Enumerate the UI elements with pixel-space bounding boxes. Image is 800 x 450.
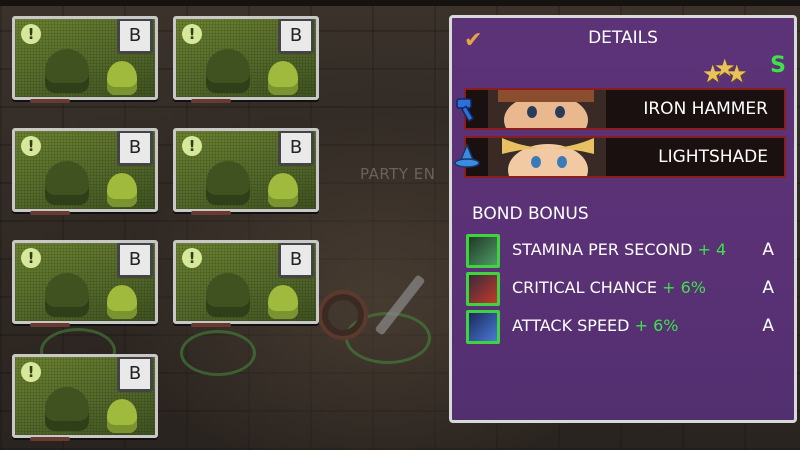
alert-icon: ! bbox=[21, 248, 41, 268]
bond-text: ATTACK SPEED + 6% bbox=[512, 316, 678, 335]
bond-row-attack-speed: ATTACK SPEED + 6% A bbox=[466, 310, 782, 344]
alert-icon: ! bbox=[182, 248, 202, 268]
star-icon: ★ bbox=[726, 60, 748, 88]
card-foot bbox=[191, 323, 231, 327]
alert-icon: ! bbox=[21, 136, 41, 156]
hero-portrait bbox=[488, 138, 606, 176]
hero-sprite-secondary bbox=[268, 285, 298, 319]
alert-icon: ! bbox=[182, 24, 202, 44]
card-foot bbox=[30, 99, 70, 103]
bond-text: STAMINA PER SECOND + 4 bbox=[512, 240, 726, 259]
top-bar bbox=[0, 0, 800, 6]
party-card-2[interactable]: ! B bbox=[173, 16, 319, 100]
grade-badge: B bbox=[117, 357, 153, 392]
wizard-hat-icon bbox=[454, 143, 480, 176]
party-label: PARTY EN bbox=[360, 165, 436, 183]
bond-label: ATTACK SPEED bbox=[512, 316, 630, 335]
grade-badge: B bbox=[278, 243, 314, 278]
bond-row-stamina: STAMINA PER SECOND + 4 A bbox=[466, 234, 782, 268]
hero-portrait bbox=[488, 90, 606, 128]
wind-swirl-icon bbox=[466, 234, 500, 268]
hero-sprite bbox=[206, 273, 250, 317]
hero-name: LIGHTSHADE bbox=[658, 147, 768, 167]
alert-icon: ! bbox=[21, 362, 41, 382]
bond-value: + 4 bbox=[697, 240, 727, 259]
hero-sprite bbox=[45, 273, 89, 317]
party-card-6[interactable]: ! B bbox=[173, 240, 319, 324]
grade-badge: B bbox=[117, 19, 153, 54]
bond-label: STAMINA PER SECOND bbox=[512, 240, 693, 259]
bond-label: CRITICAL CHANCE bbox=[512, 278, 658, 297]
hero-sprite bbox=[45, 161, 89, 205]
bond-row-critical: CRITICAL CHANCE + 6% A bbox=[466, 272, 782, 306]
hammer-icon bbox=[454, 96, 480, 128]
card-foot bbox=[30, 437, 70, 441]
sword-speed-icon bbox=[466, 310, 500, 344]
card-foot bbox=[191, 211, 231, 215]
hero-sprite-secondary bbox=[107, 173, 137, 207]
hero-sprite-secondary bbox=[107, 399, 137, 433]
party-card-5[interactable]: ! B bbox=[12, 240, 158, 324]
hero-name: IRON HAMMER bbox=[643, 99, 768, 119]
party-ring-center bbox=[180, 330, 256, 376]
alert-icon: ! bbox=[21, 24, 41, 44]
party-card-1[interactable]: ! B bbox=[12, 16, 158, 100]
hero-row-lightshade[interactable]: LIGHTSHADE bbox=[454, 136, 786, 178]
alert-icon: ! bbox=[182, 136, 202, 156]
grade-badge: B bbox=[117, 243, 153, 278]
hero-sprite-secondary bbox=[268, 173, 298, 207]
card-foot bbox=[30, 323, 70, 327]
hero-sprite bbox=[206, 49, 250, 93]
card-foot bbox=[30, 211, 70, 215]
hero-sprite-secondary bbox=[268, 61, 298, 95]
hero-sprite-secondary bbox=[107, 285, 137, 319]
hero-sprite bbox=[206, 161, 250, 205]
grade-badge: B bbox=[278, 19, 314, 54]
party-card-7[interactable]: ! B bbox=[12, 354, 158, 438]
bond-value: + 6% bbox=[662, 278, 706, 297]
crit-claw-icon bbox=[466, 272, 500, 306]
rank-badge: S bbox=[770, 53, 786, 78]
bond-grade: A bbox=[762, 240, 774, 260]
panel-title: DETAILS bbox=[588, 28, 658, 48]
target-icon bbox=[318, 290, 368, 340]
hero-sprite bbox=[45, 387, 89, 431]
bond-grade: A bbox=[762, 278, 774, 298]
party-card-3[interactable]: ! B bbox=[12, 128, 158, 212]
bond-text: CRITICAL CHANCE + 6% bbox=[512, 278, 706, 297]
bond-bonus-title: BOND BONUS bbox=[472, 204, 589, 224]
bond-value: + 6% bbox=[634, 316, 679, 335]
hero-sprite bbox=[45, 49, 89, 93]
hero-row-iron-hammer[interactable]: IRON HAMMER bbox=[456, 88, 786, 130]
party-card-4[interactable]: ! B bbox=[173, 128, 319, 212]
details-panel: ✔ DETAILS ★ ★ ★ S IRON HAMMER LIGHTSHADE… bbox=[449, 15, 797, 423]
bond-grade: A bbox=[762, 316, 774, 336]
card-foot bbox=[191, 99, 231, 103]
hero-sprite-secondary bbox=[107, 61, 137, 95]
grade-badge: B bbox=[278, 131, 314, 166]
grade-badge: B bbox=[117, 131, 153, 166]
